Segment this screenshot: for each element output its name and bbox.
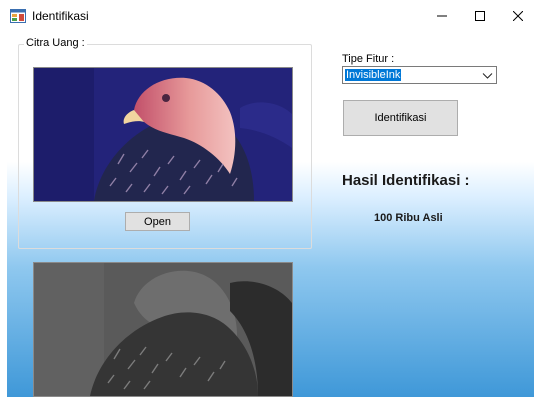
original-image-picturebox	[33, 67, 293, 202]
minimize-icon	[437, 15, 447, 17]
hasil-identifikasi-result: 100 Ribu Asli	[374, 212, 443, 224]
eagle-gray-image	[34, 263, 292, 396]
tipe-fitur-label: Tipe Fitur :	[342, 53, 395, 65]
app-form-icon	[10, 9, 26, 23]
combobox-selected-value: InvisibleInk	[345, 69, 402, 81]
close-button[interactable]	[495, 0, 534, 32]
chevron-down-icon[interactable]	[482, 70, 493, 81]
maximize-icon	[475, 11, 485, 21]
hasil-identifikasi-heading: Hasil Identifikasi :	[342, 172, 470, 189]
eagle-color-image	[34, 68, 292, 201]
identifikasi-button[interactable]: Identifikasi	[343, 100, 458, 136]
close-icon	[513, 11, 523, 21]
open-button[interactable]: Open	[125, 212, 190, 231]
groupbox-label: Citra Uang :	[24, 37, 87, 49]
grayscale-image-picturebox	[33, 262, 293, 397]
title-bar: Identifikasi	[0, 0, 534, 32]
window-title: Identifikasi	[32, 9, 89, 23]
tipe-fitur-combobox[interactable]: InvisibleInk	[342, 66, 497, 84]
form-client-area: Citra Uang : Open Tipe Fitur: Invisible…	[7, 32, 534, 397]
